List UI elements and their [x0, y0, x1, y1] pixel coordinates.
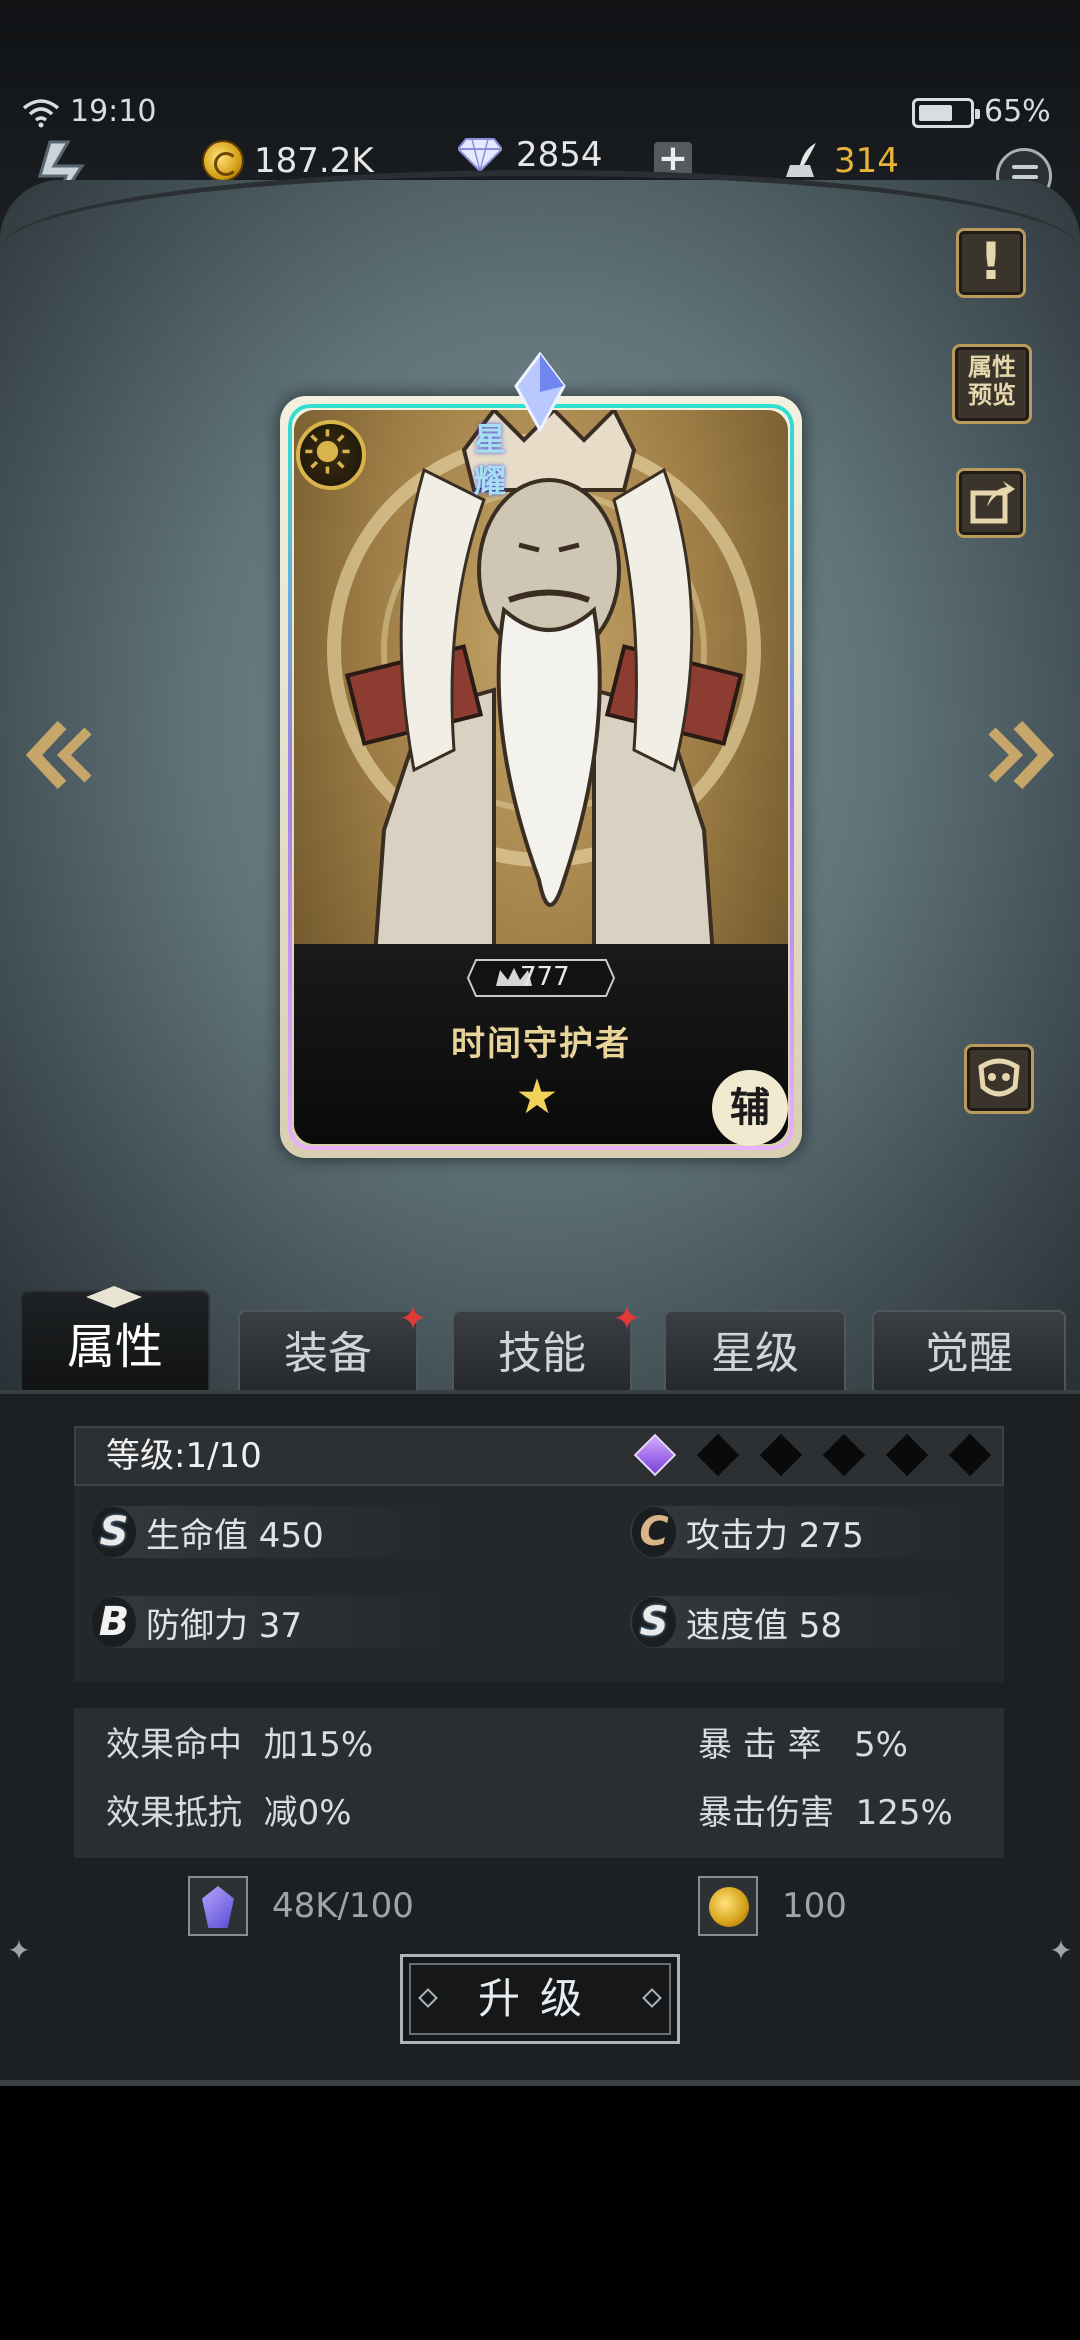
- battery-fill: [919, 105, 952, 121]
- status-time: 19:10: [70, 94, 157, 129]
- grade-s-icon: S: [92, 1507, 136, 1557]
- main-stats: S 生命值 450 C 攻击力 275 B 防御力 37 S 速度值 58: [74, 1486, 1004, 1682]
- stamina-counter: 314: [780, 136, 899, 186]
- crystal-icon: [514, 352, 566, 432]
- crystal-cost: 48K/100: [188, 1876, 414, 1936]
- upgrade-button[interactable]: 升级: [400, 1954, 680, 2044]
- stamina-amount: 314: [834, 141, 899, 181]
- gold-cost-amount: 100: [782, 1886, 847, 1926]
- level-label: 等级:1/10: [106, 1436, 262, 1476]
- share-icon: [970, 481, 1015, 524]
- wifi-icon: [22, 99, 60, 128]
- grade-c-icon: C: [632, 1507, 676, 1557]
- grade-b-icon: B: [92, 1597, 136, 1647]
- stat-attack: C 攻击力 275: [632, 1502, 864, 1562]
- stat-defense: B 防御力 37: [92, 1592, 302, 1652]
- awaken-diamond-empty-icon: [822, 1433, 866, 1477]
- tab-awakening[interactable]: 觉醒: [872, 1310, 1066, 1394]
- active-tab-indicator: [86, 1286, 142, 1308]
- grade-s-icon: S: [632, 1597, 676, 1647]
- tab-label: 觉醒: [925, 1328, 1013, 1379]
- stat-defense-label: 防御力 37: [146, 1605, 303, 1646]
- awaken-diamond-empty-icon: [759, 1433, 803, 1477]
- awaken-diamond-empty-icon: [696, 1433, 740, 1477]
- notification-badge-icon: ✦: [398, 1299, 428, 1339]
- previous-hero-arrow[interactable]: [26, 715, 96, 795]
- crystal-cost-amount: 48K/100: [272, 1886, 414, 1926]
- star-icon: ★: [515, 1069, 559, 1125]
- hero-name: 时间守护者: [451, 1024, 631, 1064]
- tab-label: 星级: [711, 1328, 799, 1379]
- mask-icon: [978, 1058, 1020, 1097]
- rarity-label: 星耀: [473, 420, 506, 500]
- info-button[interactable]: !: [956, 228, 1026, 298]
- gold-cost: 100: [698, 1876, 847, 1936]
- tab-label: 装备: [284, 1328, 372, 1379]
- tab-label: 技能: [498, 1328, 586, 1379]
- bottom-area: [0, 2086, 1080, 2340]
- notification-badge-icon: ✦: [612, 1299, 642, 1339]
- awaken-diamond-filled-icon: [633, 1433, 677, 1477]
- tab-label: 属性: [66, 1319, 163, 1375]
- crit-damage: 暴击伤害 125%: [698, 1793, 953, 1833]
- tab-star-level[interactable]: 星级: [664, 1310, 846, 1394]
- stat-hp: S 生命值 450: [92, 1502, 324, 1562]
- level-row: 等级:1/10: [74, 1426, 1004, 1486]
- battery-icon: [912, 98, 980, 128]
- stat-speed: S 速度值 58: [632, 1592, 842, 1652]
- effect-hit: 效果命中 加15%: [106, 1725, 374, 1765]
- attribute-preview-button[interactable]: 属性 预览: [952, 344, 1032, 424]
- sun-emblem-icon: [296, 420, 366, 490]
- stat-hp-label: 生命值 450: [146, 1515, 324, 1556]
- share-button[interactable]: [956, 468, 1026, 538]
- diamond-icon: [458, 138, 502, 173]
- gold-coin-icon: [202, 140, 244, 182]
- effect-resist: 效果抵抗 减0%: [106, 1793, 352, 1833]
- card-level-number: 777: [520, 962, 570, 992]
- gold-coin-icon: [698, 1876, 758, 1936]
- corner-star-icon: ✦: [7, 1934, 31, 1967]
- awaken-diamond-empty-icon: [885, 1433, 929, 1477]
- skin-button[interactable]: [964, 1044, 1034, 1114]
- stat-speed-label: 速度值 58: [686, 1605, 843, 1646]
- crit-rate: 暴 击 率 5%: [698, 1725, 908, 1765]
- tab-bar: 属性 装备 ✦ 技能 ✦ 星级 觉醒: [0, 1290, 1080, 1394]
- crystal-icon: [188, 1876, 248, 1936]
- corner-star-icon: ✦: [1049, 1934, 1073, 1967]
- diamond-amount: 2854: [516, 135, 603, 175]
- role-badge: 辅: [712, 1070, 788, 1146]
- stat-attack-label: 攻击力 275: [686, 1515, 864, 1556]
- awaken-diamond-empty-icon: [948, 1433, 992, 1477]
- upgrade-label: 升级: [477, 1974, 602, 2023]
- quill-ink-icon: [786, 143, 816, 177]
- tab-skills[interactable]: 技能 ✦: [452, 1302, 641, 1394]
- battery-percent: 65%: [984, 94, 1051, 129]
- tab-equipment[interactable]: 装备 ✦: [238, 1302, 427, 1394]
- secondary-stats: 效果命中 加15% 效果抵抗 减0% 暴 击 率 5% 暴击伤害 125%: [74, 1708, 1004, 1858]
- next-hero-arrow[interactable]: [984, 715, 1054, 795]
